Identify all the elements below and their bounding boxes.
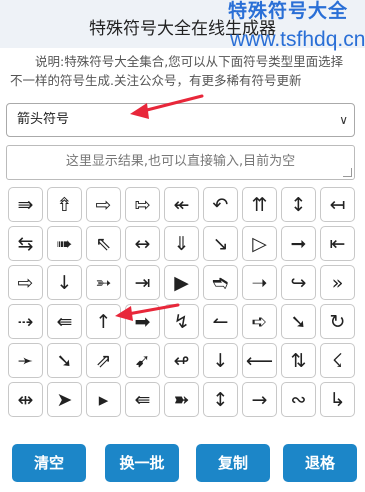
symbol-cell[interactable]: ➛ <box>8 343 43 378</box>
symbol-cell[interactable]: ⇗ <box>86 343 121 378</box>
symbol-type-select[interactable]: 箭头符号 ∨ <box>6 103 355 137</box>
symbol-cell[interactable]: ⇤ <box>320 226 355 261</box>
symbol-cell[interactable]: ⇓ <box>164 226 199 261</box>
symbol-cell[interactable]: » <box>320 265 355 300</box>
symbol-cell[interactable]: ⇆ <box>8 226 43 261</box>
symbol-cell[interactable]: ⇈ <box>242 187 277 222</box>
symbol-cell[interactable]: ⇢ <box>8 304 43 339</box>
watermark-line1: 特殊符号大全 <box>228 0 349 22</box>
symbol-cell[interactable]: ➤ <box>47 382 82 417</box>
symbol-cell[interactable]: ↔ <box>125 226 160 261</box>
symbol-cell[interactable]: ➹ <box>125 343 160 378</box>
symbol-cell[interactable]: ↤ <box>320 187 355 222</box>
symbol-cell[interactable]: ↯ <box>164 304 199 339</box>
watermark: 特殊符号大全 www.tsfhdq.cn <box>228 0 365 52</box>
clear-button[interactable]: 清空 <box>12 444 86 482</box>
symbol-grid: ⇛ ⇮ ⇨ ⇰ ↞ ↶ ⇈ ↕ ↤ ⇆ ➠ ⇖ ↔ ⇓ ↘ ▷ ➞ ⇤ ⇨ ↓ ➳ ⇥ ▶ ➬ ➝ ↪» ⇢ ⇚ ↑ ➡ ↯ ↼ ➪ ➘ ↻ ➛ ➘ ⇗ ➹… <box>8 187 359 417</box>
symbol-cell[interactable]: ⇹ <box>8 382 43 417</box>
symbol-cell[interactable]: ↑ <box>86 304 121 339</box>
symbol-cell[interactable]: ↞ <box>164 187 199 222</box>
description-text: 说明:特殊符号大全集合,您可以从下面符号类型里面选择不一样的符号生成.关注公众号… <box>10 54 344 88</box>
symbol-cell[interactable]: ➞ <box>281 226 316 261</box>
symbol-cell[interactable]: ⇚ <box>125 382 160 417</box>
symbol-cell[interactable]: ➘ <box>47 343 82 378</box>
symbol-cell[interactable]: ➬ <box>203 265 238 300</box>
symbol-cell[interactable]: ➪ <box>242 304 277 339</box>
symbol-cell[interactable]: ⇨ <box>86 187 121 222</box>
symbol-cell[interactable]: ↼ <box>203 304 238 339</box>
chevron-down-icon: ∨ <box>339 113 348 127</box>
symbol-cell[interactable]: ➽ <box>164 382 199 417</box>
symbol-cell[interactable]: ⇨ <box>8 265 43 300</box>
copy-button[interactable]: 复制 <box>196 444 270 482</box>
symbol-cell[interactable]: ➝ <box>242 265 277 300</box>
symbol-cell[interactable]: ⇰ <box>125 187 160 222</box>
symbol-cell[interactable]: ↶ <box>203 187 238 222</box>
symbol-cell[interactable]: ↘ <box>203 226 238 261</box>
shuffle-button[interactable]: 换一批 <box>105 444 179 482</box>
symbol-cell[interactable]: ▶ <box>164 265 199 300</box>
select-value: 箭头符号 <box>17 112 70 127</box>
symbol-cell[interactable]: ↓ <box>47 265 82 300</box>
symbol-cell[interactable]: ⇖ <box>86 226 121 261</box>
symbol-cell[interactable]: ↳ <box>320 382 355 417</box>
result-textarea[interactable]: 这里显示结果,也可以直接输入,目前为空 <box>6 145 355 180</box>
symbol-cell[interactable]: ➡ <box>125 304 160 339</box>
symbol-cell[interactable]: ☇ <box>320 343 355 378</box>
result-placeholder: 这里显示结果,也可以直接输入,目前为空 <box>65 154 296 169</box>
symbol-cell[interactable]: ▸ <box>86 382 121 417</box>
symbol-cell[interactable]: ↕ <box>203 382 238 417</box>
symbol-cell[interactable]: ⇛ <box>8 187 43 222</box>
symbol-cell[interactable]: ➠ <box>47 226 82 261</box>
symbol-cell[interactable]: ↻ <box>320 304 355 339</box>
symbol-cell[interactable]: ▷ <box>242 226 277 261</box>
symbol-cell[interactable]: ∾ <box>281 382 316 417</box>
symbol-cell[interactable]: ⟵ <box>242 343 277 378</box>
symbol-cell[interactable]: ⇮ <box>47 187 82 222</box>
symbol-cell[interactable]: ➘ <box>281 304 316 339</box>
symbol-cell[interactable]: → <box>242 382 277 417</box>
symbol-cell[interactable]: ↪ <box>281 265 316 300</box>
symbol-cell[interactable]: ⇚ <box>47 304 82 339</box>
resize-grip-icon[interactable] <box>343 168 352 177</box>
symbol-cell[interactable]: ↓ <box>203 343 238 378</box>
symbol-cell[interactable]: ➳ <box>86 265 121 300</box>
symbol-cell[interactable]: ⇥ <box>125 265 160 300</box>
backspace-button[interactable]: 退格 <box>283 444 357 482</box>
symbol-cell[interactable]: ↫ <box>164 343 199 378</box>
symbol-cell[interactable]: ⇅ <box>281 343 316 378</box>
symbol-cell[interactable]: ↕ <box>281 187 316 222</box>
watermark-line2: www.tsfhdq.cn <box>230 28 365 51</box>
